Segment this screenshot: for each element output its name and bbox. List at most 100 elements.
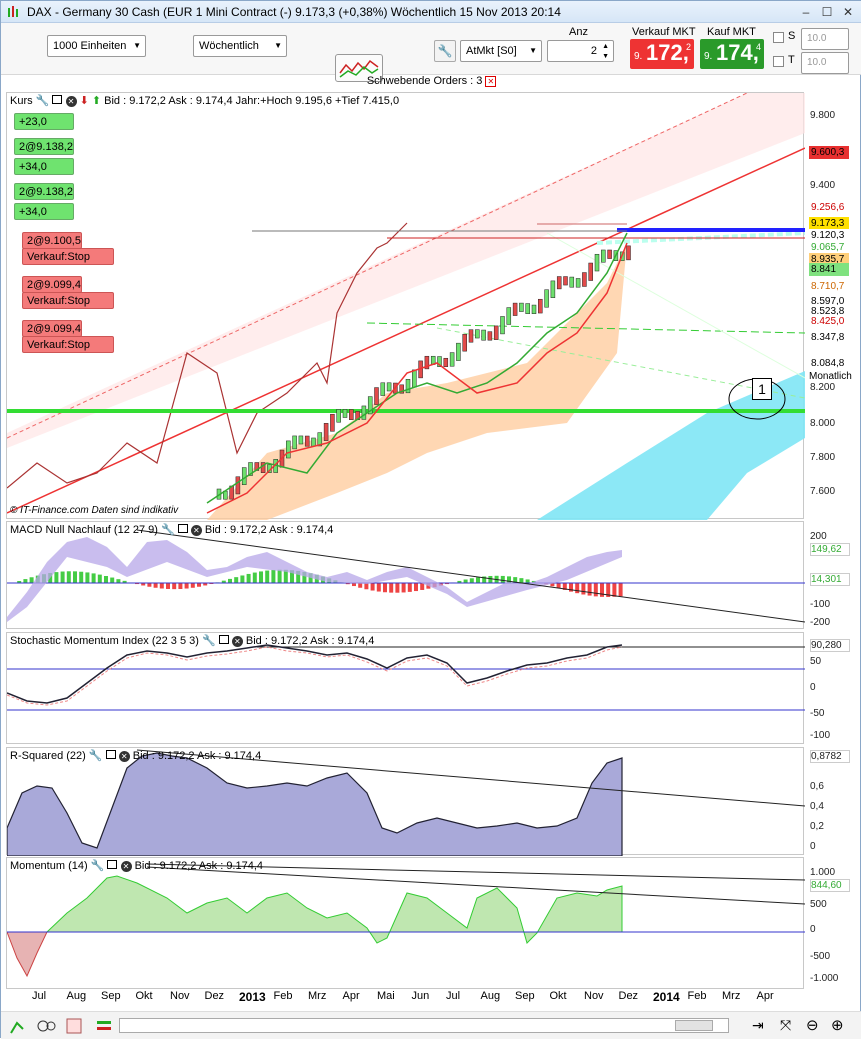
order-tag[interactable]: +34,0 — [14, 158, 74, 175]
order-tag[interactable]: 2@9.100,5 — [22, 232, 82, 249]
close-circle-icon[interactable]: ✕ — [232, 636, 243, 647]
order-type-tag[interactable]: Verkauf:Stop — [22, 336, 114, 353]
order-tag[interactable]: 2@9.099,4 — [22, 276, 82, 293]
window-icon[interactable] — [52, 95, 62, 104]
sell-label: Verkauf MKT — [632, 26, 696, 38]
scrollbar-thumb[interactable] — [675, 1020, 713, 1031]
t-input[interactable]: 10.0 — [801, 52, 849, 74]
order-tag[interactable]: 2@9.138,2 — [14, 138, 74, 155]
s-input[interactable]: 10.0 — [801, 28, 849, 50]
t-checkbox[interactable] — [773, 56, 784, 67]
smi-line — [7, 645, 622, 703]
minimize-icon[interactable]: – — [798, 4, 814, 20]
time-axis-tick: Jul — [446, 990, 460, 1002]
order-tag[interactable]: +34,0 — [14, 203, 74, 220]
pending-orders-bar[interactable]: Schwebende Orders : 3 ✕ — [1, 75, 861, 91]
order-type-tag[interactable]: Verkauf:Stop — [22, 248, 114, 265]
order-tag[interactable]: 2@9.099,4 — [22, 320, 82, 337]
axis-tick: 0,2 — [810, 821, 824, 832]
quantity-stepper[interactable]: 2▲▼ — [547, 40, 614, 62]
sell-button[interactable]: 9.172,2 — [630, 39, 694, 69]
annotation-box[interactable]: 1 — [752, 378, 772, 400]
candle — [463, 334, 467, 351]
stepper-arrows-icon[interactable]: ▲▼ — [602, 42, 609, 62]
chevron-down-icon: ▼ — [529, 41, 537, 61]
zoom-in-icon[interactable]: ⊕ — [831, 1016, 844, 1034]
stochastic-panel[interactable]: Stochastic Momentum Index (22 3 5 3) 🔧 ✕… — [6, 632, 804, 744]
annotation-label: 1 — [758, 381, 766, 397]
rsquared-svg — [7, 748, 805, 856]
macd-panel[interactable]: MACD Null Nachlauf (12 27 9) 🔧 ✕ Bid : 9… — [6, 521, 804, 629]
trend-line — [137, 530, 805, 622]
price-chart-panel[interactable]: Kurs 🔧 ✕ ⬇ ⬆ Bid : 9.172,2 Ask : 9.174,4… — [6, 92, 804, 519]
macd-bar — [67, 571, 71, 583]
axis-tick: 7.800 — [810, 452, 835, 463]
sell-price: 172, — [646, 40, 689, 66]
order-tag[interactable]: +23,0 — [14, 113, 74, 130]
macd-bar — [154, 583, 158, 588]
time-axis-tick: Jun — [412, 990, 430, 1002]
close-circle-icon[interactable]: ✕ — [191, 525, 202, 536]
momentum-panel[interactable]: Momentum (14) 🔧 ✕ Bid : 9.172,2 Ask : 9.… — [6, 857, 804, 989]
wrench-icon[interactable]: 🔧 — [36, 95, 50, 107]
macd-bar — [185, 583, 189, 589]
time-axis-tick: Aug — [481, 990, 501, 1002]
macd-bar — [476, 577, 480, 583]
cursor-icon[interactable]: ⤧ — [780, 1017, 791, 1034]
momentum-negative-area — [7, 932, 47, 976]
macd-bar — [389, 583, 393, 593]
candle — [343, 409, 347, 417]
chart-app-icon — [6, 5, 22, 19]
macd-header: MACD Null Nachlauf (12 27 9) 🔧 ✕ Bid : 9… — [10, 523, 333, 536]
close-circle-icon[interactable]: ✕ — [121, 861, 132, 872]
candle — [564, 277, 568, 286]
window-icon[interactable] — [178, 524, 188, 533]
period-select[interactable]: Wöchentlich▼ — [193, 35, 287, 57]
close-circle-icon[interactable]: ✕ — [119, 751, 130, 762]
macd-bar — [271, 570, 275, 583]
close-icon[interactable]: ✕ — [840, 4, 856, 20]
wrench-icon[interactable]: 🔧 — [91, 860, 105, 872]
horizontal-scrollbar[interactable] — [119, 1018, 729, 1033]
candle — [570, 277, 574, 287]
window-icon[interactable] — [107, 860, 117, 869]
order-type-tag[interactable]: Verkauf:Stop — [22, 292, 114, 309]
maximize-icon[interactable]: ☐ — [819, 4, 835, 20]
s-checkbox[interactable] — [773, 32, 784, 43]
trend-line — [147, 867, 805, 904]
wrench-icon[interactable]: 🔧 — [434, 40, 456, 62]
units-select[interactable]: 1000 Einheiten▼ — [47, 35, 146, 57]
candle — [482, 330, 486, 340]
macd-bar — [253, 573, 257, 583]
wrench-icon[interactable]: 🔧 — [161, 524, 175, 536]
close-circle-icon[interactable]: ✕ — [66, 96, 77, 107]
window-icon[interactable] — [219, 635, 229, 644]
rsquared-panel[interactable]: R-Squared (22) 🔧 ✕ Bid : 9.172,2 Ask : 9… — [6, 747, 804, 855]
order-tag[interactable]: 2@9.138,2 — [14, 183, 74, 200]
candle — [236, 477, 240, 494]
draw-tool-icon[interactable] — [9, 1017, 27, 1035]
bars-icon[interactable] — [95, 1017, 113, 1035]
axis-tick: 0,4 — [810, 801, 824, 812]
wrench-icon[interactable]: 🔧 — [202, 635, 216, 647]
axis-tick: 9.800 — [810, 110, 835, 121]
price-panel-info: Bid : 9.172,2 Ask : 9.174,4 Jahr:+Hoch 9… — [104, 95, 399, 107]
zoom-out-icon[interactable]: ⊖ — [806, 1016, 819, 1034]
fibonacci-icon[interactable] — [37, 1017, 57, 1035]
candle — [406, 379, 410, 393]
order-type-select[interactable]: AtMkt [S0]▼ — [460, 40, 542, 62]
skip-icon[interactable]: ⇥ — [752, 1017, 764, 1034]
window-icon[interactable] — [106, 750, 116, 759]
wrench-icon[interactable]: 🔧 — [89, 750, 103, 762]
macd-bar — [371, 583, 375, 591]
close-icon[interactable]: ✕ — [485, 76, 496, 87]
app-window: DAX - Germany 30 Cash (EUR 1 Mini Contra… — [0, 0, 861, 1038]
download-icon[interactable]: ⬇ — [80, 95, 89, 107]
buy-button[interactable]: 9.174,4 — [700, 39, 764, 69]
grid-icon[interactable] — [65, 1017, 83, 1035]
time-axis-tick: Okt — [136, 990, 153, 1002]
time-axis-tick: Nov — [584, 990, 604, 1002]
axis-tick: 500 — [810, 899, 827, 910]
sell-price-prefix: 9. — [634, 51, 642, 62]
upload-icon[interactable]: ⬆ — [92, 95, 101, 107]
